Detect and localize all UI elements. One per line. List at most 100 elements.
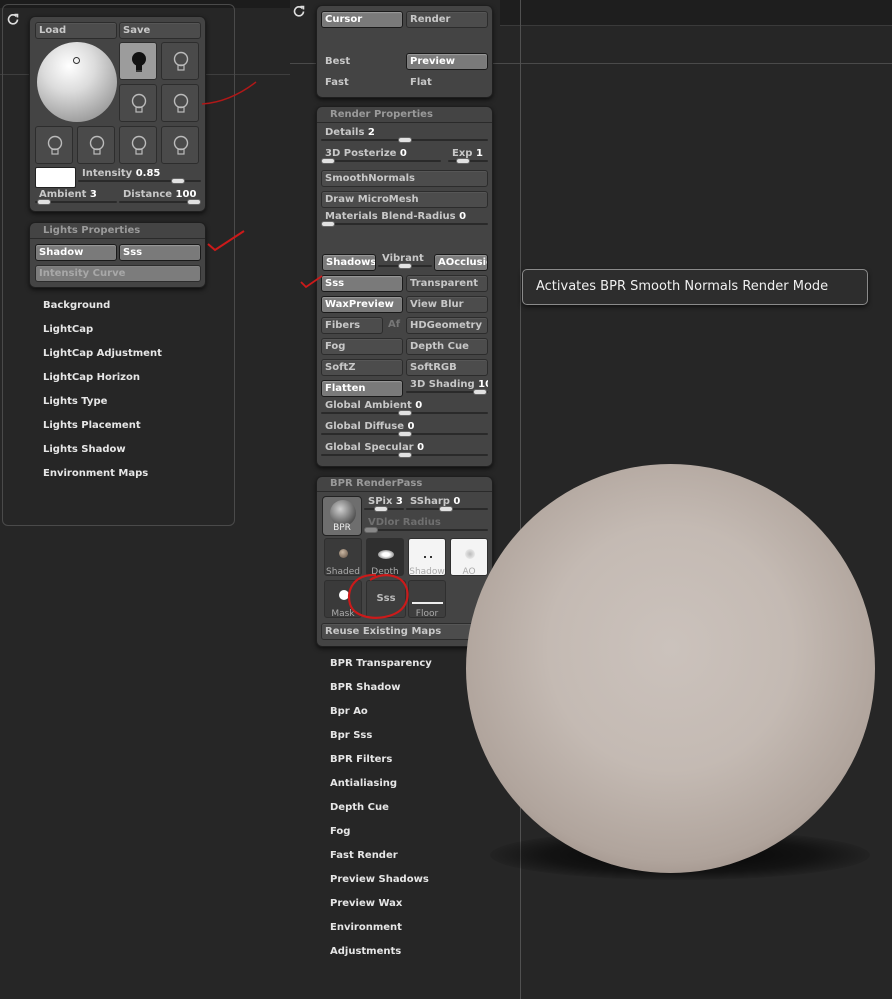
fibers-button[interactable]: Fibers <box>321 317 383 334</box>
global-diffuse-slider[interactable]: Global Diffuse 0 <box>321 420 488 437</box>
intensity-curve-button[interactable]: Intensity Curve <box>35 265 201 282</box>
details-knob[interactable] <box>398 137 412 143</box>
intensity-slider[interactable]: Intensity 0.85 <box>78 167 201 184</box>
posterize-knob[interactable] <box>321 158 335 164</box>
spix-knob[interactable] <box>374 506 388 512</box>
draw-micromesh-button[interactable]: Draw MicroMesh <box>321 191 488 208</box>
af-option[interactable]: Af <box>388 318 400 332</box>
flatten-button[interactable]: Flatten <box>321 380 403 397</box>
exp-knob[interactable] <box>456 158 470 164</box>
light-bulb-icon <box>131 135 147 155</box>
light-slot-5[interactable] <box>35 126 73 164</box>
vdlor-knob[interactable] <box>364 527 378 533</box>
materials-blend-knob[interactable] <box>321 221 335 227</box>
bpr-menu-item-0[interactable]: BPR Transparency <box>330 658 432 669</box>
global-ambient-knob[interactable] <box>398 410 412 416</box>
ssharp-knob[interactable] <box>439 506 453 512</box>
bpr-menu-item-3[interactable]: Bpr Sss <box>330 730 372 741</box>
smoothnormals-button[interactable]: SmoothNormals <box>321 170 488 187</box>
global-specular-knob[interactable] <box>398 452 412 458</box>
vibrant-knob[interactable] <box>398 263 412 269</box>
bpr-menu-item-7[interactable]: Fog <box>330 826 350 837</box>
save-button[interactable]: Save <box>119 22 201 39</box>
shading-knob[interactable] <box>473 389 487 395</box>
light-slot-6[interactable] <box>77 126 115 164</box>
vibrant-slider[interactable]: Vibrant <box>378 252 432 269</box>
distance-slider[interactable]: Distance 100 <box>119 188 201 205</box>
intensity-knob[interactable] <box>171 178 185 184</box>
global-specular-slider[interactable]: Global Specular 0 <box>321 441 488 458</box>
global-ambient-slider[interactable]: Global Ambient 0 <box>321 399 488 416</box>
light-slot-7[interactable] <box>119 126 157 164</box>
red-arc-annotation <box>201 81 257 105</box>
distance-knob[interactable] <box>187 199 201 205</box>
bpr-menu-item-11[interactable]: Environment <box>330 922 402 933</box>
softrgb-button[interactable]: SoftRGB <box>406 359 488 376</box>
light-position-marker[interactable] <box>73 57 80 64</box>
shadows-button[interactable]: Shadows <box>322 254 376 271</box>
light-menu-item-3[interactable]: LightCap Horizon <box>43 372 140 383</box>
refresh-icon[interactable] <box>292 4 306 18</box>
bpr-menu-item-1[interactable]: BPR Shadow <box>330 682 400 693</box>
light-menu-item-0[interactable]: Background <box>43 300 110 311</box>
light-slot-3[interactable] <box>119 84 157 122</box>
bpr-menu-item-8[interactable]: Fast Render <box>330 850 398 861</box>
bpr-menu-item-2[interactable]: Bpr Ao <box>330 706 368 717</box>
light-slot-4[interactable] <box>161 84 199 122</box>
bpr-render-button[interactable]: BPR <box>322 496 362 536</box>
materials-blend-slider[interactable]: Materials Blend-Radius 0 <box>321 210 488 227</box>
lights-properties-header[interactable]: Lights Properties <box>43 225 140 236</box>
ssharp-slider[interactable]: SSharp 0 <box>406 495 488 512</box>
bpr-menu-item-10[interactable]: Preview Wax <box>330 898 402 909</box>
fog-button[interactable]: Fog <box>321 338 403 355</box>
hdgeometry-button[interactable]: HDGeometry <box>406 317 488 334</box>
transparent-button[interactable]: Transparent <box>406 275 488 292</box>
bpr-menu-item-12[interactable]: Adjustments <box>330 946 401 957</box>
global-diffuse-knob[interactable] <box>398 431 412 437</box>
render-button[interactable]: Render <box>406 11 488 28</box>
cursor-button[interactable]: Cursor <box>321 11 403 28</box>
softz-button[interactable]: SoftZ <box>321 359 403 376</box>
vdlor-slider[interactable]: VDlor Radius <box>364 516 488 533</box>
light-preview-sphere[interactable] <box>37 42 117 122</box>
render-properties-header[interactable]: Render Properties <box>330 109 433 120</box>
light-slot-2[interactable] <box>161 42 199 80</box>
light-color-swatch[interactable] <box>35 167 76 188</box>
reuse-existing-maps-button[interactable]: Reuse Existing Maps <box>321 623 488 640</box>
ambient-knob[interactable] <box>37 199 51 205</box>
load-button[interactable]: Load <box>35 22 117 39</box>
bpr-menu-item-6[interactable]: Depth Cue <box>330 802 389 813</box>
light-slot-1[interactable] <box>119 42 157 80</box>
bpr-menu-item-5[interactable]: Antialiasing <box>330 778 397 789</box>
shadow-button[interactable]: Shadow <box>35 244 117 261</box>
light-menu-item-6[interactable]: Lights Shadow <box>43 444 126 455</box>
bpr-menu-item-4[interactable]: BPR Filters <box>330 754 392 765</box>
light-menu-item-4[interactable]: Lights Type <box>43 396 107 407</box>
viewblur-button[interactable]: View Blur <box>406 296 488 313</box>
refresh-icon[interactable] <box>6 12 20 26</box>
ambient-slider[interactable]: Ambient 3 <box>35 188 117 205</box>
preview-button[interactable]: Preview <box>406 53 488 70</box>
light-menu-item-1[interactable]: LightCap <box>43 324 93 335</box>
light-slot-8[interactable] <box>161 126 199 164</box>
aocclusion-button[interactable]: AOcclusio <box>434 254 488 271</box>
light-menu-item-7[interactable]: Environment Maps <box>43 468 148 479</box>
bpr-menu-item-9[interactable]: Preview Shadows <box>330 874 429 885</box>
waxpreview-button[interactable]: WaxPreview <box>321 296 403 313</box>
spix-slider[interactable]: SPix 3 <box>364 495 404 512</box>
depthcue-button[interactable]: Depth Cue <box>406 338 488 355</box>
bpr-renderpass-header[interactable]: BPR RenderPass <box>330 478 422 489</box>
sss-light-button[interactable]: Sss <box>119 244 201 261</box>
exp-slider[interactable]: Exp 1 <box>448 147 488 164</box>
light-menu-item-5[interactable]: Lights Placement <box>43 420 141 431</box>
details-slider[interactable]: Details 2 <box>321 126 488 143</box>
posterize-slider[interactable]: 3D Posterize 0 <box>321 147 441 164</box>
best-option[interactable]: Best <box>325 55 350 69</box>
sss-render-button[interactable]: Sss <box>321 275 403 292</box>
flat-option[interactable]: Flat <box>410 76 432 90</box>
viewport-sphere[interactable] <box>466 464 875 873</box>
shading-slider[interactable]: 3D Shading 10 <box>406 378 488 395</box>
fast-option[interactable]: Fast <box>325 76 349 90</box>
materials-blend-label: Materials Blend-Radius <box>325 211 456 222</box>
light-menu-item-2[interactable]: LightCap Adjustment <box>43 348 162 359</box>
